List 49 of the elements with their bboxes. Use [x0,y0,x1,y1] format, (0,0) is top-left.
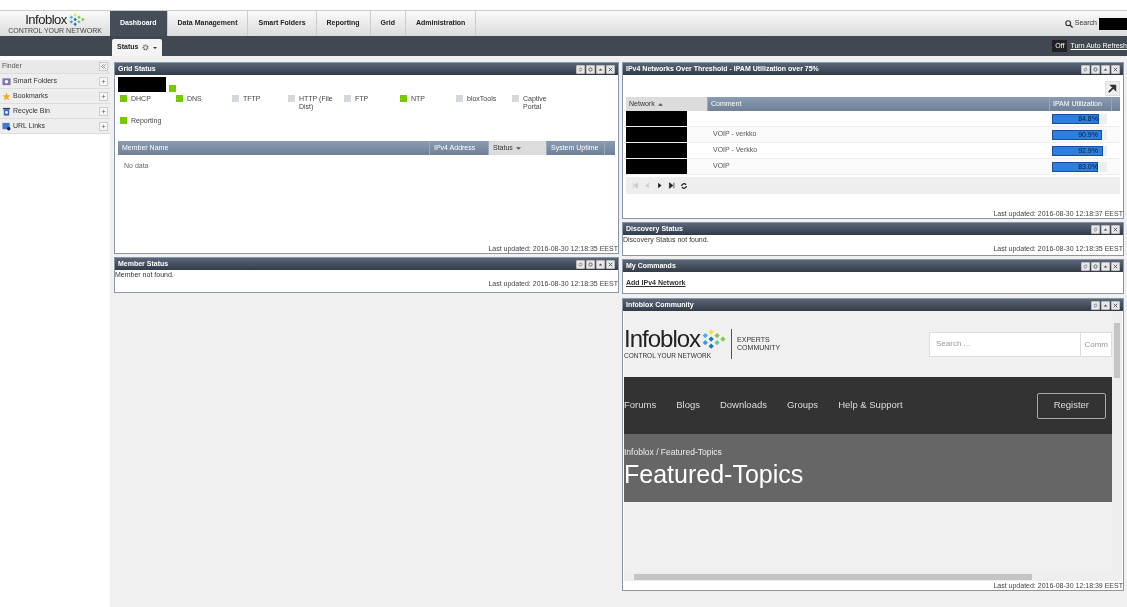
collapse-icon[interactable] [1101,64,1110,74]
collapse-icon[interactable] [1101,261,1110,271]
community-nav-link[interactable]: Forums [624,398,657,413]
logo-icon [68,13,85,26]
next-page-icon[interactable] [656,182,663,189]
logo-icon [702,329,727,350]
settings-icon[interactable] [1091,261,1100,271]
close-icon[interactable] [606,259,615,269]
link-icon [2,121,11,131]
collapse-icon[interactable] [596,259,605,269]
community-nav-link[interactable]: Blogs [676,398,700,413]
close-icon[interactable] [1111,300,1120,310]
trash-icon [2,106,11,116]
collapse-icon[interactable] [596,64,605,74]
redacted-block [626,159,687,174]
collapse-icon[interactable] [1101,224,1110,234]
close-icon[interactable] [1111,64,1120,74]
sort-arrow-icon [515,145,521,151]
community-nav-link[interactable]: Downloads [719,398,767,413]
star-icon [2,91,11,101]
settings-icon[interactable] [586,64,595,74]
last-page-icon[interactable] [668,182,675,189]
expand-arrow-icon[interactable] [1105,81,1120,96]
redacted-block [626,127,687,142]
folder-icon [2,76,11,86]
logo-text: Infoblox [25,12,67,27]
register-button[interactable]: Register [1036,392,1106,419]
sort-arrow-icon [657,101,663,107]
community-logo-text: Infoblox [624,327,701,352]
gear-icon[interactable] [142,44,150,51]
search-field[interactable] [1099,17,1127,30]
redacted-block [118,77,166,92]
search-icon [1064,19,1073,28]
collapse-icon[interactable] [99,62,108,71]
refresh-icon[interactable] [680,181,688,190]
close-icon[interactable] [606,64,615,74]
collapse-icon[interactable] [1101,300,1110,310]
redacted-block [626,111,687,126]
settings-icon[interactable] [1091,64,1100,74]
page-heading: Featured-Topics [624,458,805,489]
close-icon[interactable] [1111,224,1120,234]
settings-icon[interactable] [586,259,595,269]
community-nav-link[interactable]: Groups [786,398,819,413]
breadcrumb: Infoblox / Featured-Topics [624,446,723,459]
caret-icon[interactable] [153,45,158,50]
status-indicator [169,85,176,92]
community-nav-link[interactable]: Help & Support [838,398,903,413]
close-icon[interactable] [1111,261,1120,271]
redacted-block [626,143,687,158]
